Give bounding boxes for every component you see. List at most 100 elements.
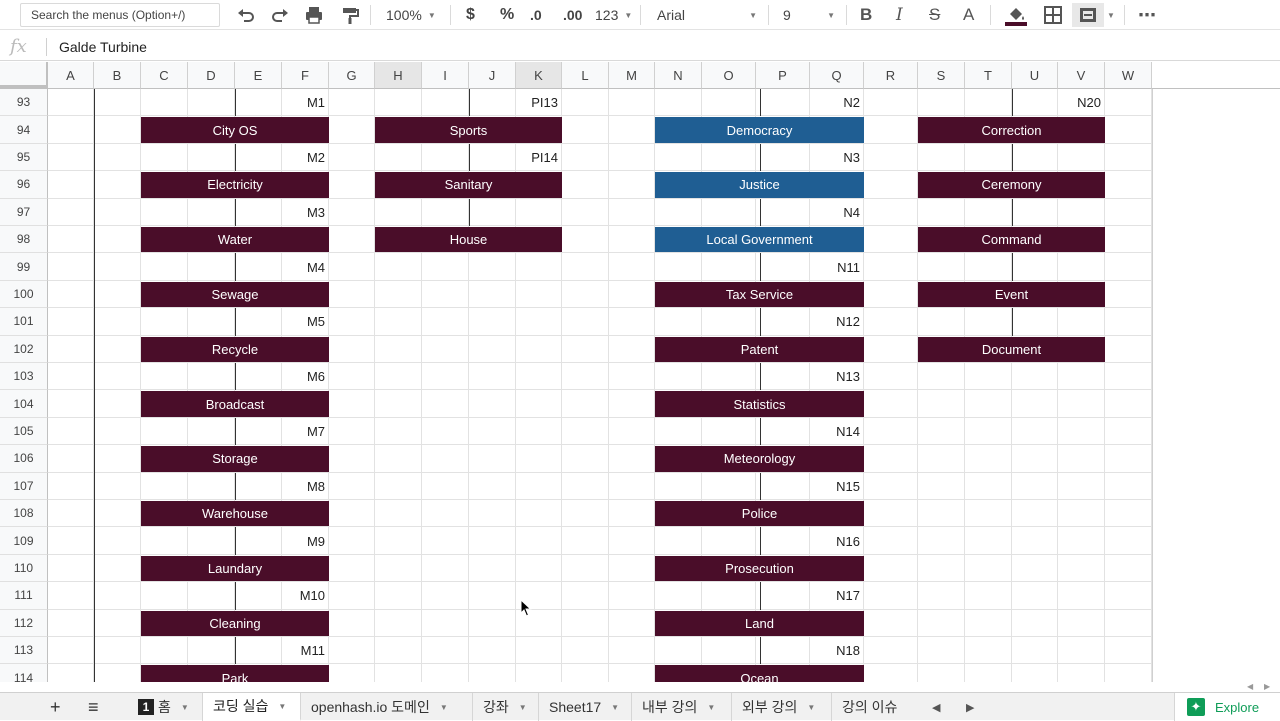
formula-input[interactable]: Galde Turbine: [59, 39, 147, 55]
column-header[interactable]: D: [188, 62, 235, 89]
more-formats-button[interactable]: 123 ▼: [595, 3, 632, 27]
row-header[interactable]: 101: [0, 308, 48, 336]
row-header[interactable]: 103: [0, 363, 48, 391]
column-header[interactable]: Q: [810, 62, 864, 89]
category-box[interactable]: Electricity: [141, 172, 329, 198]
tab-internal-lecture[interactable]: 내부 강의 ▼: [632, 693, 732, 721]
tab-home[interactable]: 1 홈 ▼: [128, 693, 203, 721]
row-header[interactable]: 100: [0, 280, 48, 309]
column-header[interactable]: E: [235, 62, 282, 89]
category-box[interactable]: Justice: [655, 172, 864, 198]
menu-search-input[interactable]: Search the menus (Option+/): [20, 3, 220, 27]
fill-color-icon[interactable]: [1004, 3, 1028, 27]
print-icon[interactable]: [304, 3, 324, 27]
undo-icon[interactable]: [236, 3, 256, 27]
select-all-corner[interactable]: [0, 62, 48, 89]
category-box[interactable]: Land: [655, 610, 864, 636]
add-sheet-button[interactable]: +: [40, 693, 80, 721]
category-box[interactable]: Correction: [918, 117, 1105, 143]
row-header[interactable]: 98: [0, 226, 48, 254]
column-header[interactable]: G: [329, 62, 375, 89]
column-header[interactable]: H: [375, 62, 422, 89]
category-box[interactable]: Democracy: [655, 117, 864, 143]
column-header[interactable]: C: [141, 62, 188, 89]
tab-lecture-issues[interactable]: 강의 이슈: [832, 693, 917, 721]
category-box[interactable]: Sanitary: [375, 172, 562, 198]
scroll-right-icon[interactable]: ▶: [1264, 682, 1270, 691]
row-header[interactable]: 104: [0, 390, 48, 418]
category-box[interactable]: Local Government: [655, 227, 864, 253]
column-header[interactable]: M: [609, 62, 655, 89]
merge-dropdown[interactable]: ▼: [1107, 3, 1115, 27]
category-box[interactable]: Police: [655, 501, 864, 527]
column-header[interactable]: R: [864, 62, 918, 89]
column-header[interactable]: J: [469, 62, 516, 89]
column-header[interactable]: A: [48, 62, 94, 89]
category-box[interactable]: Ceremony: [918, 172, 1105, 198]
category-box[interactable]: Statistics: [655, 391, 864, 417]
row-header[interactable]: 97: [0, 198, 48, 226]
category-box[interactable]: Park: [141, 665, 329, 682]
category-box[interactable]: Event: [918, 281, 1105, 308]
row-header[interactable]: 93: [0, 89, 48, 117]
row-header[interactable]: 99: [0, 253, 48, 281]
more-options-icon[interactable]: ⋯: [1138, 3, 1156, 27]
strikethrough-button[interactable]: S: [929, 3, 940, 27]
column-header[interactable]: T: [965, 62, 1012, 89]
category-box[interactable]: Meteorology: [655, 446, 864, 472]
font-size-select[interactable]: 9 ▼: [783, 3, 835, 27]
merge-cells-icon[interactable]: [1072, 3, 1104, 27]
paint-format-icon[interactable]: [340, 3, 360, 27]
category-box[interactable]: Document: [918, 336, 1105, 362]
row-header[interactable]: 105: [0, 417, 48, 446]
column-header[interactable]: P: [756, 62, 810, 89]
row-header[interactable]: 110: [0, 554, 48, 583]
borders-icon[interactable]: [1043, 3, 1063, 27]
italic-button[interactable]: I: [896, 3, 903, 27]
column-header[interactable]: S: [918, 62, 965, 89]
increase-decimal-button[interactable]: .00: [563, 3, 582, 27]
category-box[interactable]: Warehouse: [141, 501, 329, 527]
zoom-select[interactable]: 100% ▼: [386, 3, 436, 27]
scroll-left-icon[interactable]: ◀: [1247, 682, 1253, 691]
category-box[interactable]: Sports: [375, 117, 562, 143]
tab-courses[interactable]: 강좌 ▼: [473, 693, 539, 721]
column-header[interactable]: L: [562, 62, 609, 89]
horizontal-scrollbar[interactable]: ◀ ▶: [0, 682, 1280, 692]
category-box[interactable]: Storage: [141, 446, 329, 472]
all-sheets-button[interactable]: ≡: [78, 693, 118, 721]
category-box[interactable]: Ocean: [655, 665, 864, 682]
category-box[interactable]: Broadcast: [141, 391, 329, 417]
row-header[interactable]: 112: [0, 609, 48, 637]
column-header[interactable]: O: [702, 62, 756, 89]
category-box[interactable]: City OS: [141, 117, 329, 143]
text-color-button[interactable]: A: [963, 3, 974, 27]
column-header[interactable]: N: [655, 62, 702, 89]
row-header[interactable]: 96: [0, 171, 48, 199]
category-box[interactable]: Prosecution: [655, 555, 864, 582]
column-header[interactable]: B: [94, 62, 141, 89]
currency-format-button[interactable]: $: [466, 3, 475, 27]
category-box[interactable]: Sewage: [141, 281, 329, 308]
tab-sheet17[interactable]: Sheet17 ▼: [539, 693, 632, 721]
percent-format-button[interactable]: %: [500, 3, 514, 27]
spreadsheet-grid[interactable]: ABCDEFGHIJKLMNOPQRSTUVW 93 94 95 96 97 98 99 10…: [0, 62, 1280, 682]
row-header[interactable]: 94: [0, 116, 48, 144]
explore-button[interactable]: ✦ Explore: [1174, 693, 1280, 721]
category-box[interactable]: Cleaning: [141, 610, 329, 636]
category-box[interactable]: Tax Service: [655, 281, 864, 308]
row-header[interactable]: 114: [0, 664, 48, 682]
decrease-decimal-button[interactable]: .0: [530, 3, 542, 27]
category-box[interactable]: Recycle: [141, 336, 329, 362]
redo-icon[interactable]: [270, 3, 290, 27]
column-header[interactable]: U: [1012, 62, 1058, 89]
row-header[interactable]: 109: [0, 527, 48, 555]
category-box[interactable]: Laundary: [141, 555, 329, 582]
category-box[interactable]: House: [375, 227, 562, 253]
column-header[interactable]: I: [422, 62, 469, 89]
column-header[interactable]: V: [1058, 62, 1105, 89]
row-header[interactable]: 95: [0, 143, 48, 172]
category-box[interactable]: Patent: [655, 336, 864, 362]
bold-button[interactable]: B: [860, 3, 872, 27]
column-header[interactable]: F: [282, 62, 329, 89]
